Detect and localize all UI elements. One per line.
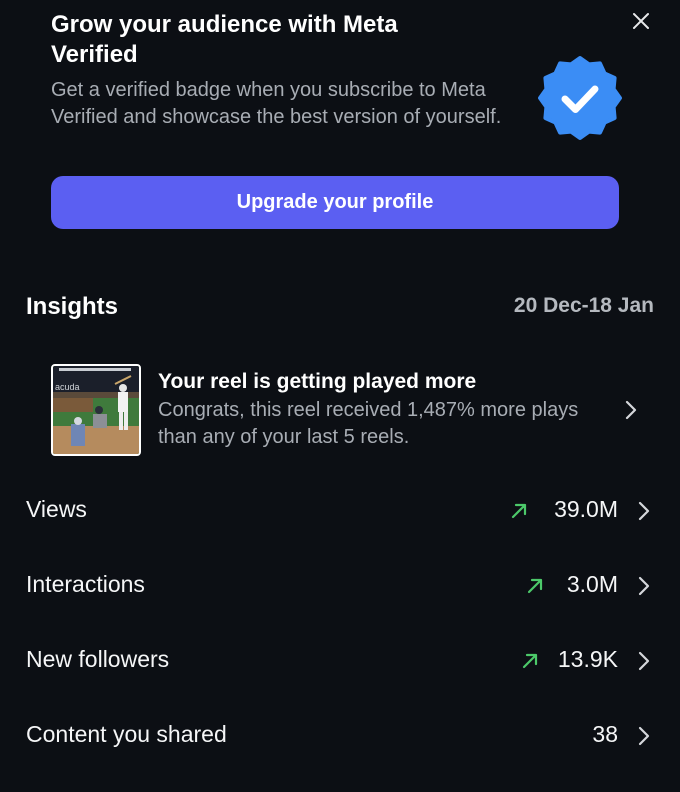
metric-value: 39.0M <box>554 496 618 522</box>
metric-label: Views <box>26 496 87 522</box>
insights-date-range: 20 Dec-18 Jan <box>513 294 654 317</box>
metric-row-interactions[interactable]: Interactions 3.0M <box>0 557 680 613</box>
reel-highlight-card[interactable]: acuda Your reel is getting played more C… <box>0 360 680 460</box>
insights-header: Insights 20 Dec-18 Jan <box>0 288 680 328</box>
chevron-right-icon <box>638 501 650 521</box>
chevron-right-icon <box>638 651 650 671</box>
insights-title: Insights <box>26 293 119 320</box>
trend-up-icon <box>527 578 543 594</box>
baseball-thumbnail-image <box>53 366 139 454</box>
metric-row-views[interactable]: Views 39.0M <box>0 482 680 538</box>
metric-value: 38 <box>592 721 618 747</box>
reel-highlight-title: Your reel is getting played more <box>158 370 477 393</box>
metric-value: 13.9K <box>557 646 618 672</box>
trend-up-icon <box>522 653 538 669</box>
metric-row-new-followers[interactable]: New followers 13.9K <box>0 632 680 688</box>
reel-highlight-description: Congrats, this reel received 1,487% more… <box>158 399 579 448</box>
thumbnail-caption: acuda <box>55 382 80 392</box>
close-button[interactable] <box>626 6 656 36</box>
metric-label: Interactions <box>26 571 145 597</box>
chevron-right-icon <box>625 400 637 420</box>
metric-label: Content you shared <box>26 721 227 747</box>
verified-badge-icon <box>538 56 622 140</box>
trend-up-icon <box>511 503 527 519</box>
metric-value: 3.0M <box>566 571 618 597</box>
promo-description: Get a verified badge when you subscribe … <box>51 79 502 128</box>
chevron-right-icon <box>638 726 650 746</box>
reel-thumbnail: acuda <box>51 364 141 456</box>
upgrade-profile-button[interactable]: Upgrade your profile <box>51 176 619 229</box>
meta-verified-promo: Grow your audience with Meta Verified Ge… <box>0 0 680 260</box>
promo-title: Grow your audience with Meta Verified <box>51 11 398 68</box>
metric-row-content-shared[interactable]: Content you shared 38 <box>0 707 680 763</box>
metric-label: New followers <box>26 646 170 672</box>
close-icon <box>633 13 649 29</box>
chevron-right-icon <box>638 576 650 596</box>
